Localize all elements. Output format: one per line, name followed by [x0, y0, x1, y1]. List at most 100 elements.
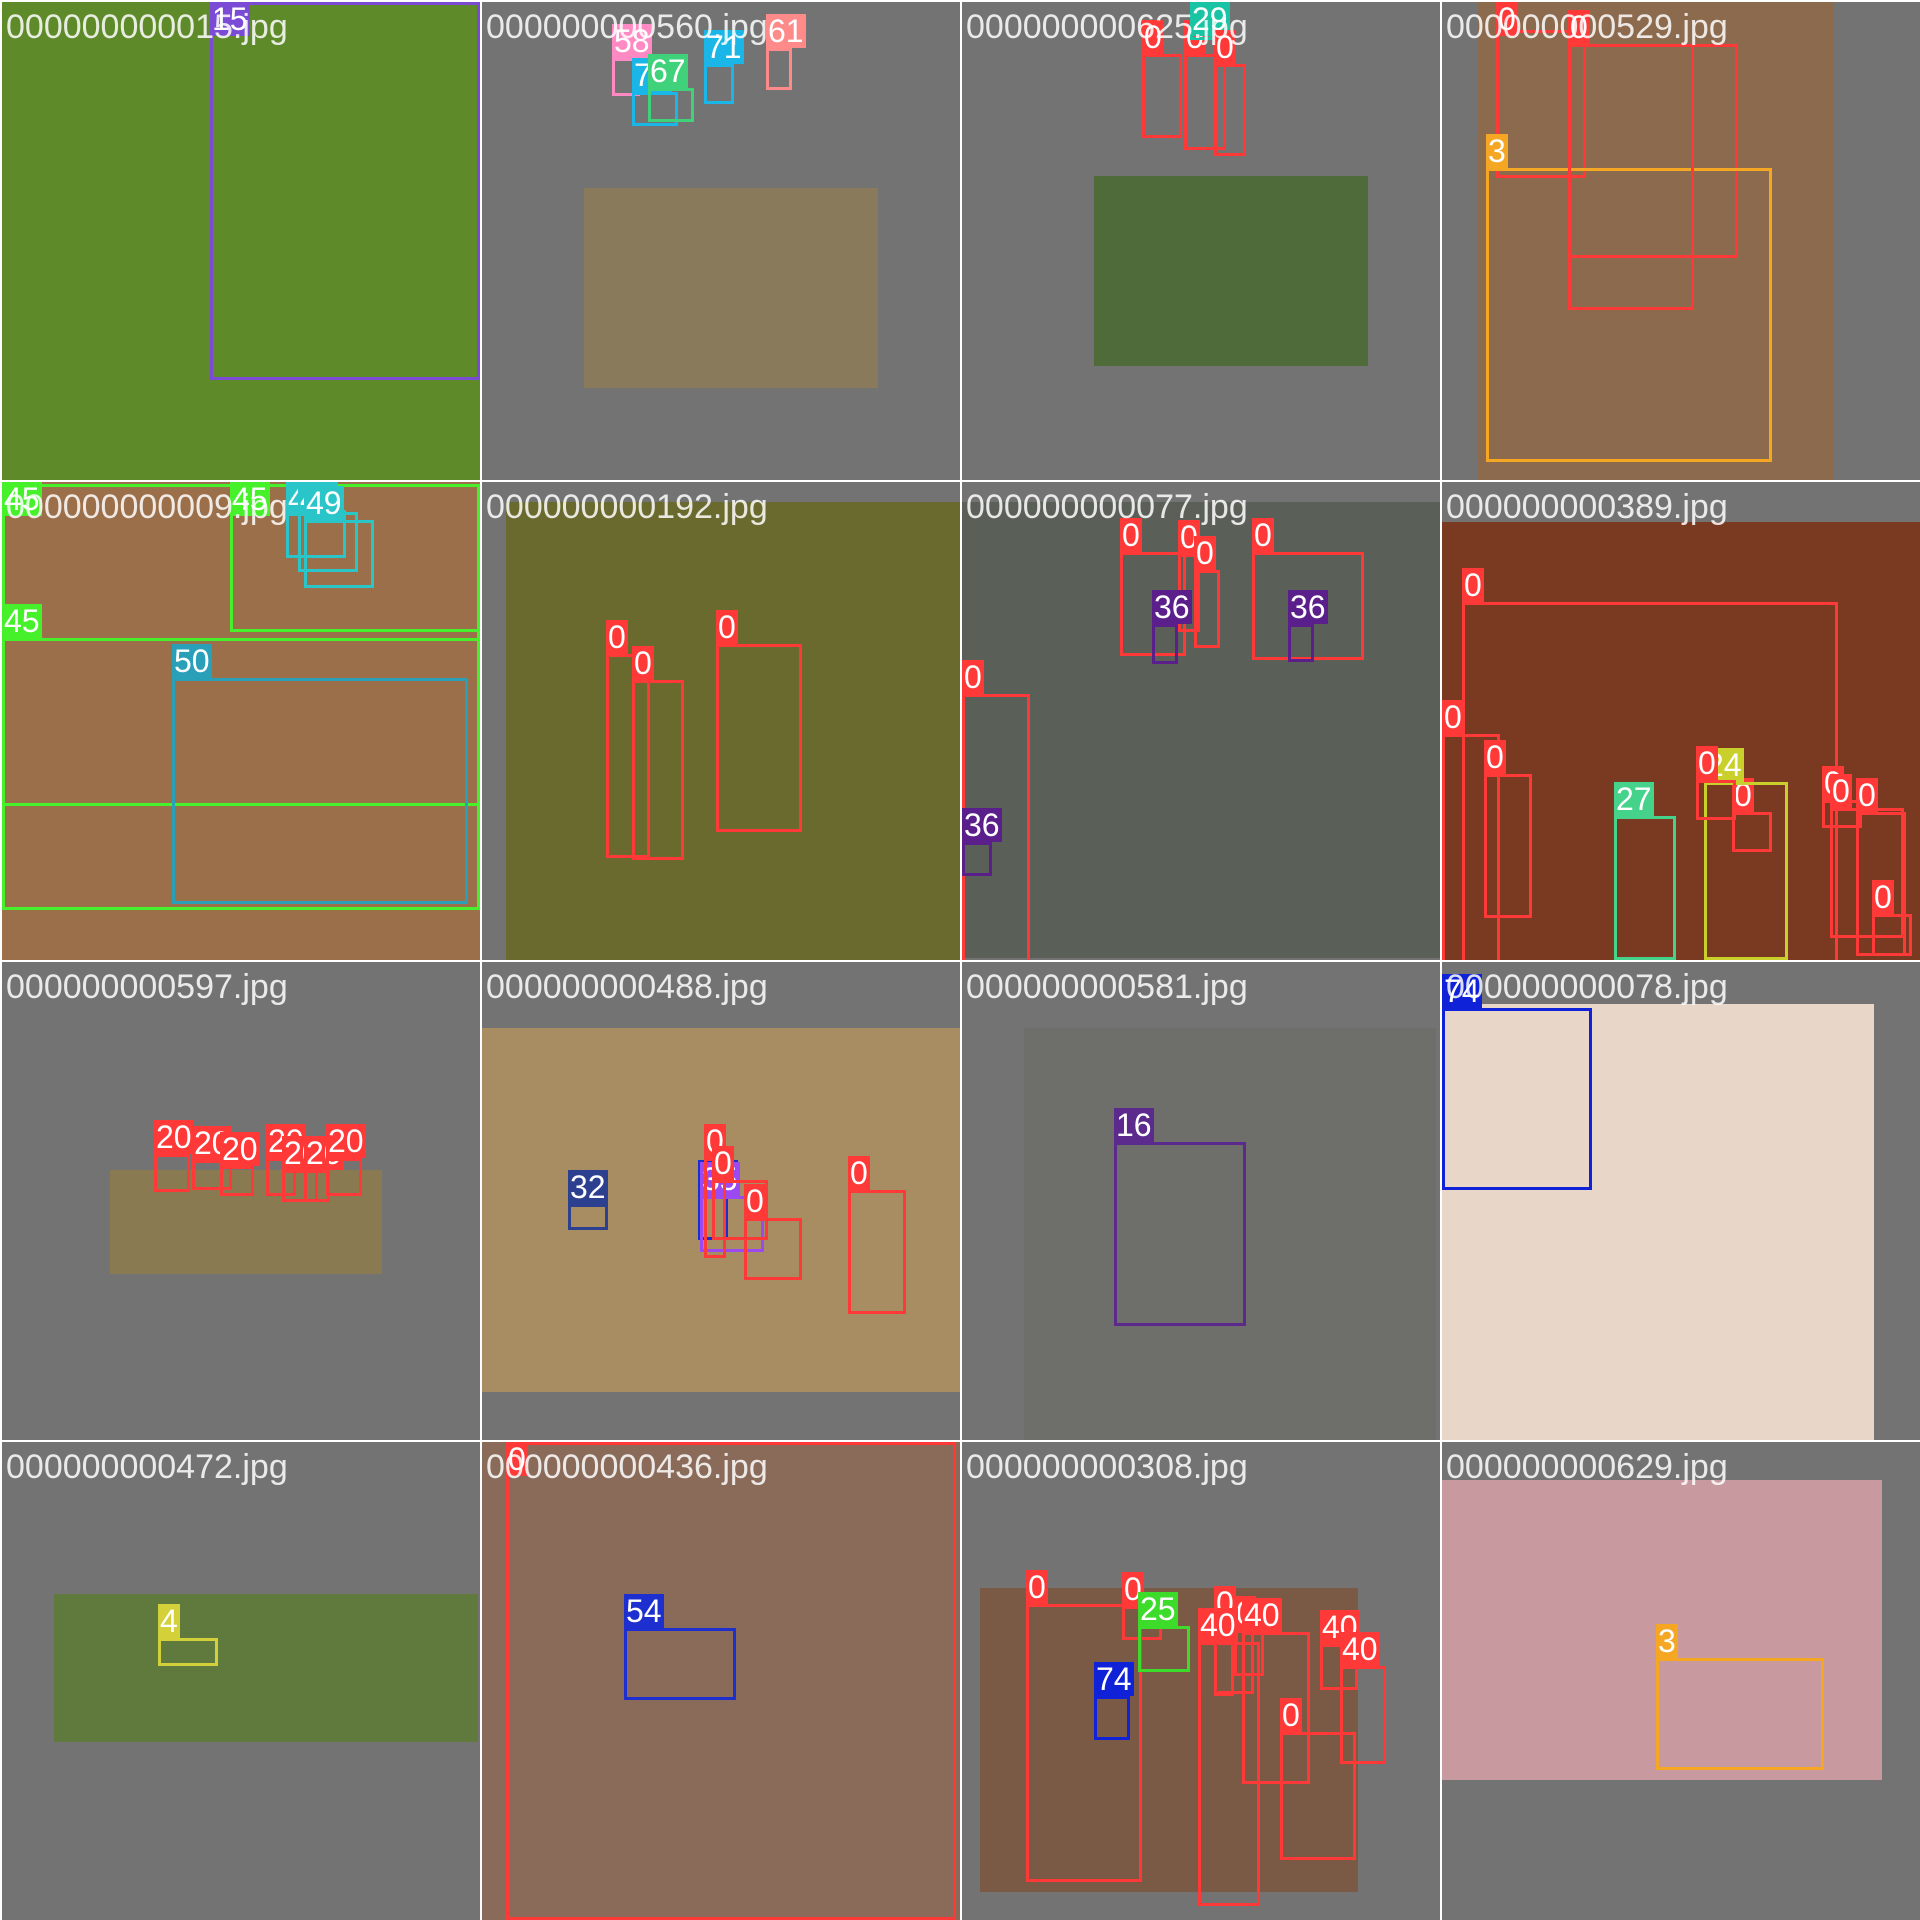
- tile-filename: 000000000529.jpg: [1446, 8, 1728, 46]
- detection-class-label: 0: [1856, 777, 1878, 813]
- detection-box: [962, 842, 992, 876]
- detection-box: [1194, 570, 1220, 648]
- detection-class-label: 0: [1462, 567, 1484, 603]
- tile-filename: 000000000077.jpg: [966, 488, 1248, 526]
- detection-class-label: 0: [1194, 535, 1216, 571]
- detection-class-label: 40: [1198, 1607, 1238, 1643]
- detection-box: [1656, 1658, 1824, 1770]
- tile-filename: 000000000581.jpg: [966, 968, 1248, 1006]
- tile-filename: 000000000625.jpg: [966, 8, 1248, 46]
- tile-filename: 000000000192.jpg: [486, 488, 768, 526]
- detection-box: [632, 680, 684, 860]
- detection-box: [1026, 1604, 1142, 1882]
- detection-class-label: 0: [1696, 745, 1718, 781]
- tile-photo: [54, 1594, 478, 1742]
- detection-class-label: 0: [1442, 699, 1464, 735]
- detection-class-label: 74: [1094, 1661, 1134, 1697]
- tile-filename: 000000000472.jpg: [6, 1448, 288, 1486]
- detection-box: [766, 48, 792, 90]
- detection-box: [1696, 780, 1736, 820]
- detection-box: [716, 644, 802, 832]
- detection-box: [848, 1190, 906, 1314]
- mosaic-tile: 74 000000000078.jpg: [1442, 962, 1920, 1440]
- mosaic-tile: 0030000000000529.jpg: [1442, 2, 1920, 480]
- detection-class-label: 20: [154, 1119, 194, 1155]
- detection-class-label: 49: [304, 485, 344, 521]
- detection-box: [744, 1218, 802, 1280]
- detection-box: [220, 1166, 254, 1196]
- detection-mosaic: 15000000000015.jpg5871677161000000000560…: [0, 0, 1920, 1920]
- detection-class-label: 0: [744, 1183, 766, 1219]
- detection-class-label: 54: [624, 1593, 664, 1629]
- detection-class-label: 0: [606, 619, 628, 655]
- tile-filename: 000000000488.jpg: [486, 968, 768, 1006]
- detection-class-label: 40: [1340, 1631, 1380, 1667]
- detection-box: [1484, 774, 1532, 918]
- mosaic-tile: 4 000000000472.jpg: [2, 1442, 480, 1920]
- detection-box: [154, 1154, 190, 1192]
- mosaic-tile: 20202020202020000000000597.jpg: [2, 962, 480, 1440]
- tile-filename: 000000000389.jpg: [1446, 488, 1728, 526]
- detection-class-label: 20: [220, 1131, 260, 1167]
- detection-class-label: 50: [172, 643, 212, 679]
- detection-box: [1114, 1142, 1246, 1326]
- detection-box: [158, 1638, 218, 1666]
- mosaic-tile: 15 000000000015.jpg: [2, 2, 480, 480]
- detection-class-label: 36: [1152, 589, 1192, 625]
- detection-box: [172, 678, 468, 904]
- detection-class-label: 0: [1252, 517, 1274, 553]
- detection-class-label: 0: [1484, 739, 1506, 775]
- detection-class-label: 16: [1114, 1107, 1154, 1143]
- detection-box: [304, 520, 374, 588]
- mosaic-tile: 16 000000000581.jpg: [962, 962, 1440, 1440]
- tile-filename: 000000000629.jpg: [1446, 1448, 1728, 1486]
- tile-filename: 000000000308.jpg: [966, 1448, 1248, 1486]
- detection-class-label: 0: [1026, 1569, 1048, 1605]
- mosaic-tile: 0 0 0 000000000192.jpg: [482, 482, 960, 960]
- detection-box: [1094, 1696, 1130, 1740]
- detection-class-label: 3: [1486, 133, 1508, 169]
- mosaic-tile: 0 0 29 0 000000000625.jpg: [962, 2, 1440, 480]
- detection-box: [1152, 624, 1178, 664]
- tile-filename: 000000000015.jpg: [6, 8, 288, 46]
- tile-photo: [1094, 176, 1368, 366]
- detection-class-label: 36: [962, 807, 1002, 843]
- tile-filename: 000000000078.jpg: [1446, 968, 1728, 1006]
- detection-class-label: 0: [848, 1155, 870, 1191]
- tile-photo: [584, 188, 878, 388]
- detection-class-label: 0: [1280, 1697, 1302, 1733]
- detection-box: [326, 1158, 362, 1196]
- detection-class-label: 27: [1614, 781, 1654, 817]
- detection-class-label: 0: [1872, 879, 1894, 915]
- detection-class-label: 36: [1288, 589, 1328, 625]
- mosaic-tile: 5871677161000000000560.jpg: [482, 2, 960, 480]
- detection-class-label: 4: [158, 1603, 180, 1639]
- detection-box: [1214, 64, 1246, 156]
- detection-class-label: 0: [716, 609, 738, 645]
- detection-class-label: 20: [326, 1123, 366, 1159]
- mosaic-tile: 0 54 000000000436.jpg: [482, 1442, 960, 1920]
- mosaic-tile: 0000272400000000000000389.jpg: [1442, 482, 1920, 960]
- detection-box: [1872, 914, 1912, 956]
- tile-filename: 000000000597.jpg: [6, 968, 288, 1006]
- detection-box: [648, 88, 694, 122]
- tile-filename: 000000000009.jpg: [6, 488, 288, 526]
- detection-class-label: 40: [1242, 1597, 1282, 1633]
- detection-class-label: 67: [648, 53, 688, 89]
- detection-box: [1142, 54, 1182, 138]
- detection-box: [1442, 1008, 1592, 1190]
- detection-box: [210, 2, 480, 380]
- detection-box: [568, 1204, 608, 1230]
- detection-class-label: 0: [632, 645, 654, 681]
- tile-filename: 000000000436.jpg: [486, 1448, 768, 1486]
- detection-box: [1614, 816, 1676, 960]
- detection-class-label: 3: [1656, 1623, 1678, 1659]
- tile-filename: 000000000560.jpg: [486, 8, 768, 46]
- mosaic-tile: 3234350000000000000488.jpg: [482, 962, 960, 1440]
- detection-class-label: 0: [712, 1145, 734, 1181]
- detection-box: [1568, 44, 1694, 310]
- mosaic-tile: 45454949494550000000000009.jpg: [2, 482, 480, 960]
- detection-box: [1280, 1732, 1356, 1860]
- detection-class-label: 45: [2, 603, 42, 639]
- detection-class-label: 61: [766, 13, 806, 49]
